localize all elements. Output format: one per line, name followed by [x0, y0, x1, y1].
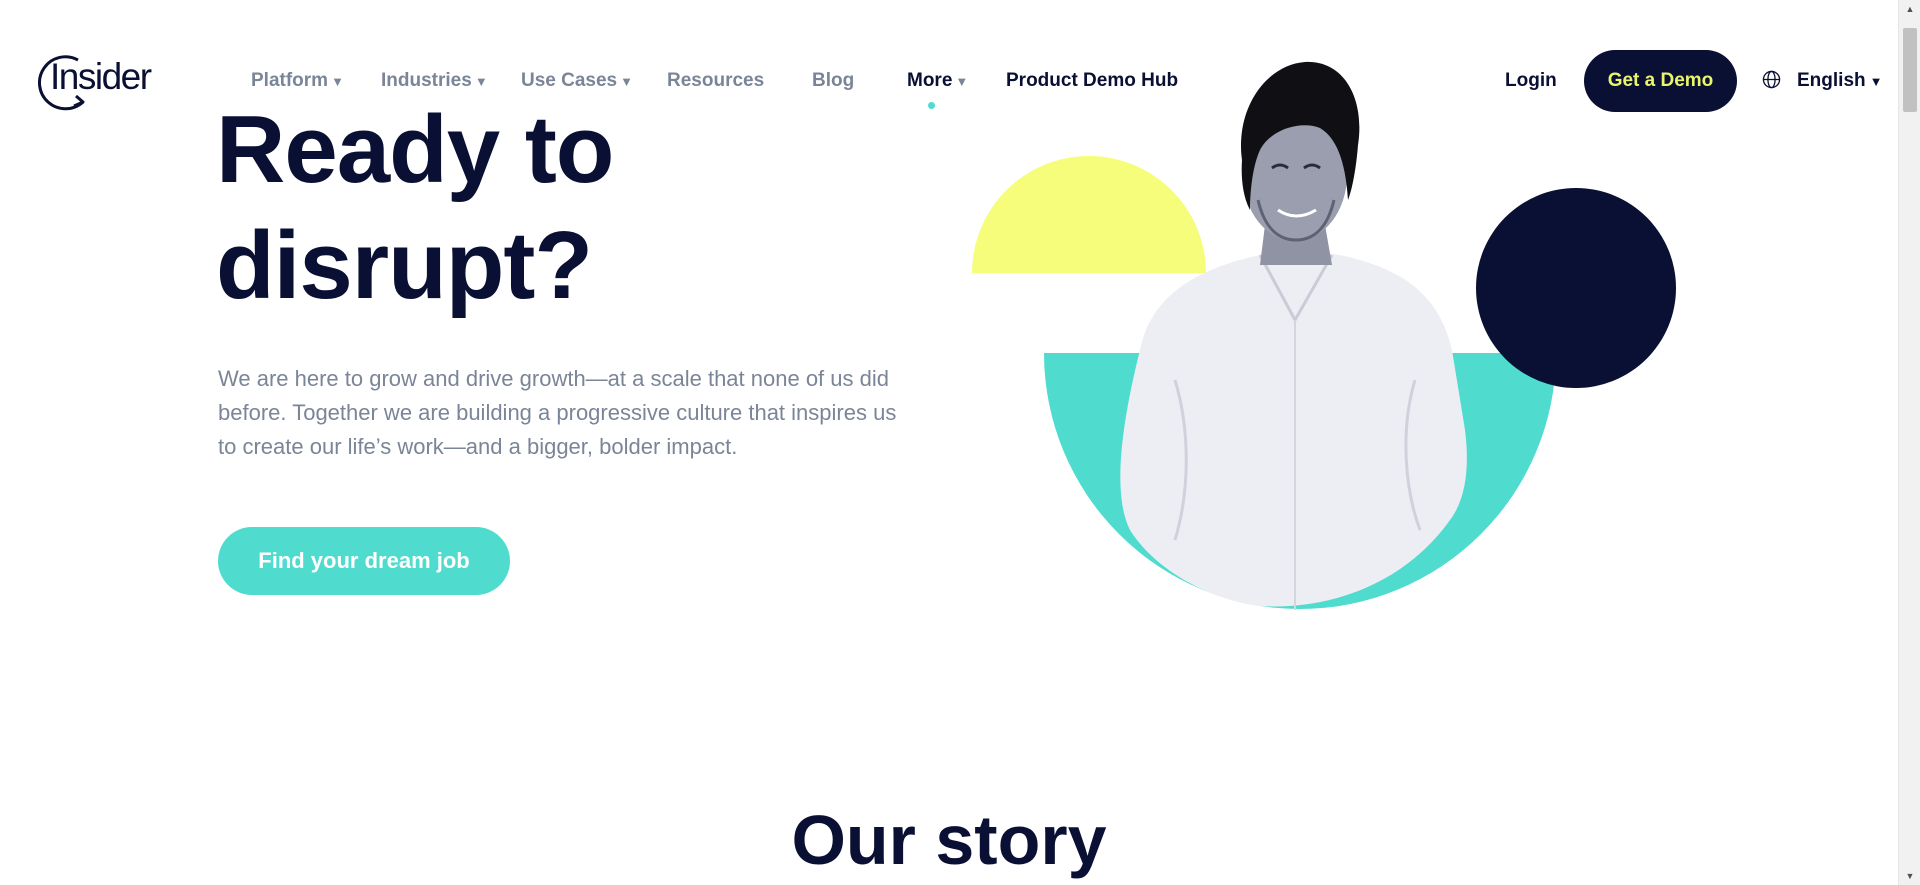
- our-story-heading: Our story: [791, 801, 1107, 879]
- site-header: Insider Platform ▼ Industries ▼ Use Case…: [0, 0, 1898, 112]
- nav-more[interactable]: More ▼: [907, 70, 968, 92]
- nav-product-demo-hub[interactable]: Product Demo Hub: [1006, 70, 1178, 92]
- nav-industries-label: Industries: [381, 70, 472, 91]
- find-dream-job-button[interactable]: Find your dream job: [218, 527, 510, 595]
- caret-down-icon: ▼: [1869, 74, 1883, 89]
- scroll-up-arrow-icon[interactable]: ▲: [1899, 0, 1920, 18]
- login-link[interactable]: Login: [1505, 70, 1557, 92]
- scroll-down-arrow-icon[interactable]: ▼: [1899, 867, 1920, 885]
- caret-down-icon: ▼: [620, 73, 633, 89]
- nav-product-demo-hub-label: Product Demo Hub: [1006, 70, 1179, 91]
- hero-illustration: [972, 61, 1676, 610]
- nav-platform-label: Platform: [251, 70, 329, 91]
- nav-blog-label: Blog: [812, 70, 855, 91]
- nav-use-cases-label: Use Cases: [521, 70, 618, 91]
- get-a-demo-button[interactable]: Get a Demo: [1584, 50, 1737, 112]
- caret-down-icon: ▼: [331, 73, 344, 89]
- hero-title: Ready to disrupt?: [216, 96, 614, 319]
- language-selector[interactable]: English ▼: [1797, 70, 1883, 92]
- language-label: English: [1797, 70, 1866, 91]
- caret-down-icon: ▼: [955, 73, 969, 89]
- logo-text: Insider: [50, 56, 152, 97]
- nav-more-label: More: [907, 70, 953, 91]
- person-photo: [1120, 61, 1467, 610]
- nav-blog[interactable]: Blog: [812, 70, 854, 92]
- nav-industries[interactable]: Industries ▼: [381, 70, 488, 92]
- nav-use-cases[interactable]: Use Cases ▼: [521, 70, 633, 92]
- nav-resources-label: Resources: [667, 70, 765, 91]
- insider-logo[interactable]: Insider: [38, 52, 166, 112]
- hero-description: We are here to grow and drive growth—at …: [218, 366, 897, 459]
- page: Insider Platform ▼ Industries ▼ Use Case…: [0, 0, 1920, 885]
- caret-down-icon: ▼: [474, 73, 488, 89]
- page-scrollbar[interactable]: ▲ ▼: [1898, 0, 1920, 885]
- nav-resources[interactable]: Resources: [667, 70, 764, 92]
- yellow-semicircle: [972, 156, 1206, 273]
- nav-platform[interactable]: Platform ▼: [251, 70, 344, 92]
- scrollbar-thumb[interactable]: [1903, 28, 1917, 112]
- navy-circle: [1476, 188, 1676, 388]
- active-nav-indicator: [928, 102, 935, 109]
- globe-icon[interactable]: [1762, 70, 1781, 89]
